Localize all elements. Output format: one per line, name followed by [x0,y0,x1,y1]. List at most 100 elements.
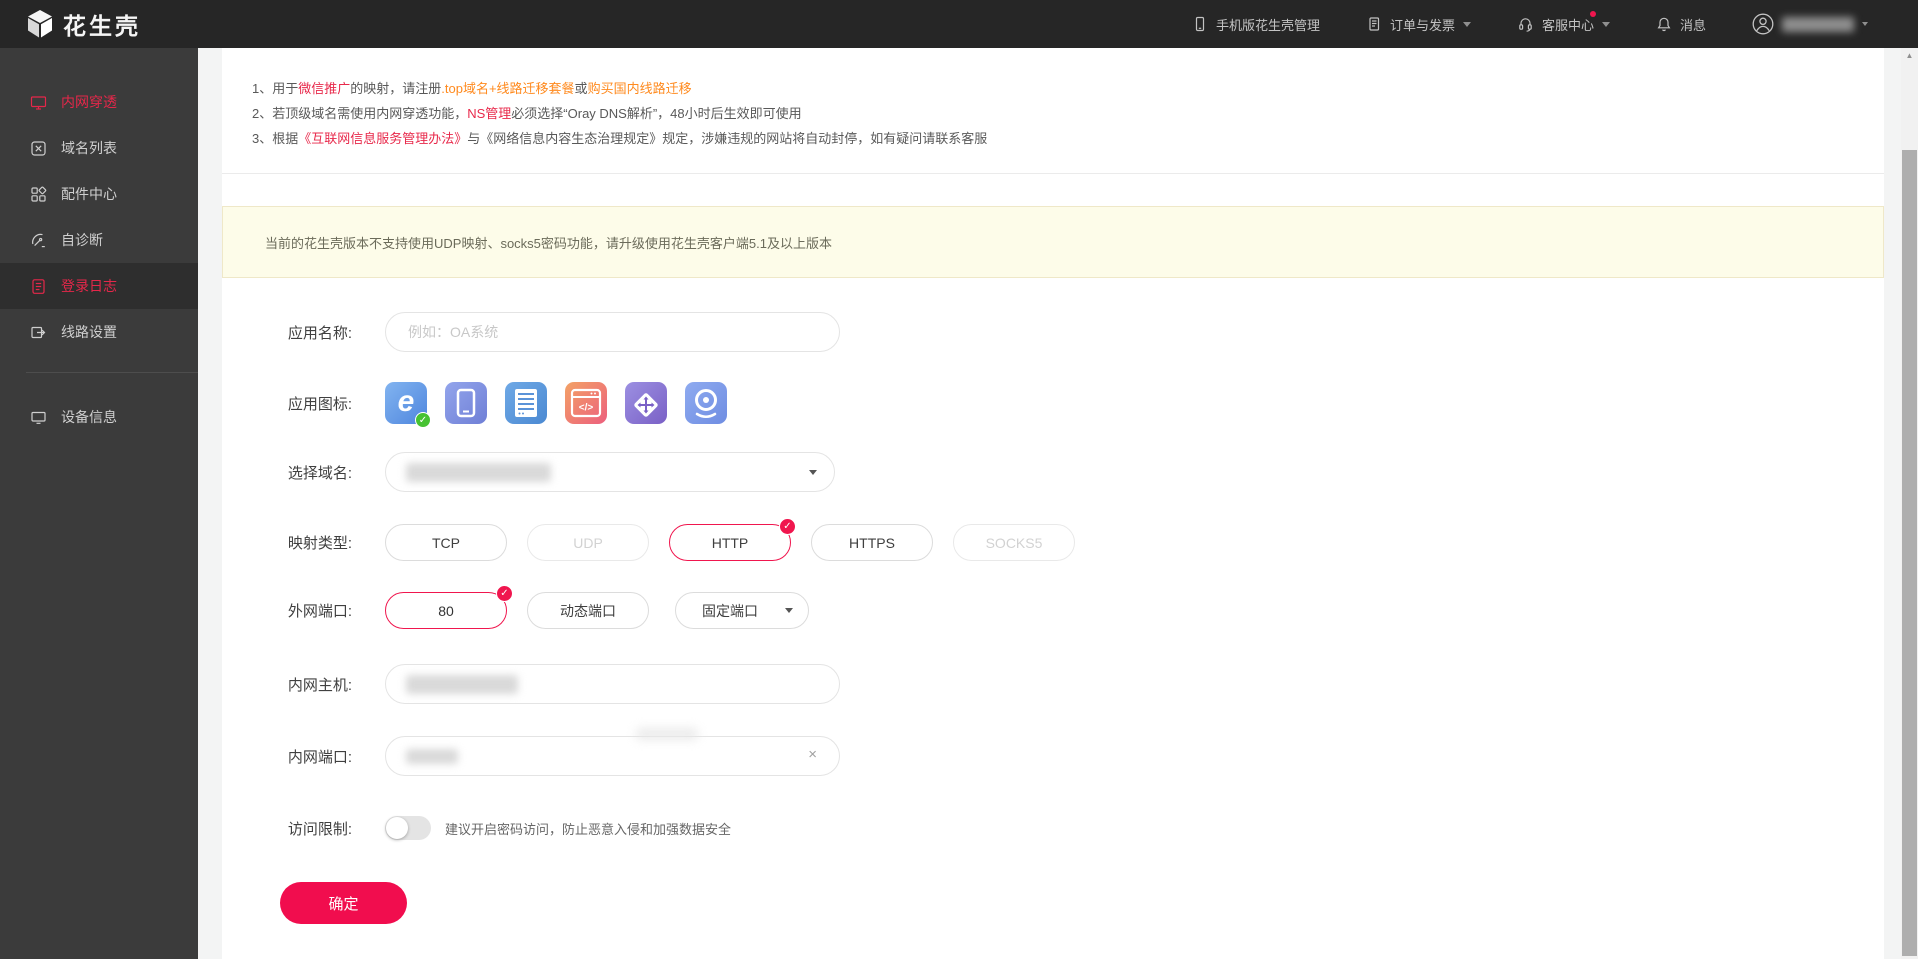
lan-host-input[interactable] [385,664,840,704]
sidebar-item-label: 线路设置 [61,324,117,340]
notice-text: 必须选择“Oray DNS解析”，48小时后生效即可使用 [511,106,802,121]
notice-list: 1、用于微信推广的映射，请注册.top域名+线路迁移套餐或购买国内线路迁移 2、若… [222,48,1884,151]
sidebar-item-label: 配件中心 [61,186,117,202]
accessories-icon [31,186,47,202]
content-card: 1、用于微信推广的映射，请注册.top域名+线路迁移套餐或购买国内线路迁移 2、若… [222,48,1884,959]
app-icon-phone[interactable] [445,382,487,424]
username-redacted [1782,16,1854,32]
version-warning-banner: 当前的花生壳版本不支持使用UDP映射、socks5密码功能，请升级使用花生壳客户… [222,206,1884,278]
notification-dot [1589,10,1596,17]
app-name-input[interactable] [385,312,840,352]
chevron-down-icon [1462,21,1471,31]
domain-select[interactable] [385,452,835,492]
port-mode-label: 固定端口 [702,602,758,619]
lan-port-input[interactable]: × [385,728,840,776]
chevron-down-icon [1601,21,1610,31]
map-type-label: HTTP [711,534,749,551]
router-icon [634,393,658,417]
avatar-icon [1752,13,1774,35]
map-type-socks5[interactable]: SOCKS5 [953,524,1075,561]
scrollbar-up-arrow[interactable]: ▲ [1901,48,1918,63]
sidebar-item-intranet-tunnel[interactable]: 内网穿透 [0,79,198,125]
chevron-down-icon [785,608,793,617]
app-icon-browser[interactable]: e ✓ [385,382,431,428]
lan-host-value-redacted [406,675,518,694]
top-navbar: 花生壳 手机版花生壳管理 订单与发票 客服中心 消息 [0,0,1918,48]
map-type-label: SOCKS5 [985,534,1043,551]
nav-messages[interactable]: 消息 [1656,15,1706,34]
dynamic-port-label: 动态端口 [560,602,616,619]
sidebar-item-domain-list[interactable]: 域名列表 [0,125,198,171]
chevron-down-icon [1862,22,1868,30]
map-type-tcp[interactable]: TCP [385,524,507,561]
clear-icon[interactable]: × [808,746,817,763]
sidebar-item-login-log[interactable]: 登录日志 [0,263,198,309]
sidebar-item-label: 自诊断 [61,232,103,248]
app-icon-server[interactable] [505,382,547,424]
nav-label: 手机版花生壳管理 [1215,17,1320,33]
notice-link[interactable]: 《互联网信息服务管理办法》 [298,131,467,146]
field-label-ext-port: 外网端口: [287,603,352,620]
toggle-knob [386,817,408,839]
map-type-http[interactable]: HTTP ✓ [669,518,796,561]
sidebar-item-label: 内网穿透 [61,94,117,110]
field-label-app-icon: 应用图标: [287,395,352,413]
scrollbar-thumb[interactable] [1902,150,1917,956]
redaction-artifact [636,728,698,740]
nav-orders-invoices[interactable]: 订单与发票 [1366,15,1471,34]
app-icon-router[interactable] [625,382,667,424]
nav-mobile-manage[interactable]: 手机版花生壳管理 [1192,15,1320,34]
field-label-access-limit: 访问限制: [287,820,352,838]
sidebar-item-device-info[interactable]: 设备信息 [0,394,198,440]
dynamic-port-button[interactable]: 动态端口 [527,592,649,629]
lan-port-value-redacted [406,749,458,764]
field-label-domain: 选择域名: [287,464,352,482]
map-type-label: UDP [573,534,603,551]
nav-support-center[interactable]: 客服中心 [1517,10,1610,34]
access-limit-toggle[interactable] [385,816,431,840]
external-port-input[interactable] [385,592,507,629]
valid-check-badge: ✓ [496,585,513,602]
banner-text: 当前的花生壳版本不支持使用UDP映射、socks5密码功能，请升级使用花生壳客户… [265,235,832,251]
domain-value-redacted [406,463,551,482]
selected-check-icon: ✓ [415,412,431,428]
sidebar-item-label: 登录日志 [61,278,117,294]
section-divider [222,173,1884,174]
notice-link[interactable]: NS管理 [467,106,511,121]
sidebar-divider [26,372,198,373]
brand-name: 花生壳 [63,13,141,39]
field-label-app-name: 应用名称: [287,324,352,342]
notice-text: 或 [574,81,588,96]
notice-line-2: 2、若顶级域名需使用内网穿透功能，NS管理必须选择“Oray DNS解析”，48… [252,101,1884,126]
map-type-https[interactable]: HTTPS [811,524,933,561]
notice-link[interactable]: .top域名+线路迁移套餐 [441,81,574,96]
notice-link[interactable]: 购买国内线路迁移 [588,81,692,96]
brand-logo[interactable]: 花生壳 [26,7,141,41]
sidebar-item-label: 域名列表 [61,140,117,156]
notice-text: 3、根据 [252,131,299,146]
sidebar-item-label: 设备信息 [61,409,117,425]
user-menu[interactable] [1752,13,1868,35]
mobile-icon [1195,16,1205,32]
map-type-label: TCP [432,534,460,551]
app-icon-camera[interactable] [685,382,727,424]
main-area: 1、用于微信推广的映射，请注册.top域名+线路迁移套餐或购买国内线路迁移 2、若… [198,48,1901,959]
port-mode-select[interactable]: 固定端口 [675,592,809,629]
field-label-lan-port: 内网端口: [287,748,352,766]
phone-icon [456,388,476,418]
page-scrollbar: ▲ [1901,48,1918,959]
bell-icon [1657,17,1671,32]
nav-label: 订单与发票 [1389,17,1455,33]
sidebar-item-route-settings[interactable]: 线路设置 [0,309,198,355]
notice-text: 与《网络信息内容生态治理规定》规定，涉嫌违规的网站将自动封停，如有疑问请联系客服 [467,131,988,146]
sidebar: 内网穿透 域名列表 配件中心 自诊断 登录日志 线路设置 设备信息 [0,48,198,959]
notice-text: 2、若顶级域名需使用内网穿透功能， [252,106,468,121]
chevron-down-icon [809,470,817,479]
sidebar-item-self-diagnosis[interactable]: 自诊断 [0,217,198,263]
invoice-icon [1369,17,1380,31]
domain-icon [31,140,46,156]
sidebar-item-accessories-center[interactable]: 配件中心 [0,171,198,217]
map-type-udp[interactable]: UDP [527,524,649,561]
app-icon-code[interactable]: </> [565,382,607,424]
submit-button[interactable]: 确定 [280,882,407,924]
